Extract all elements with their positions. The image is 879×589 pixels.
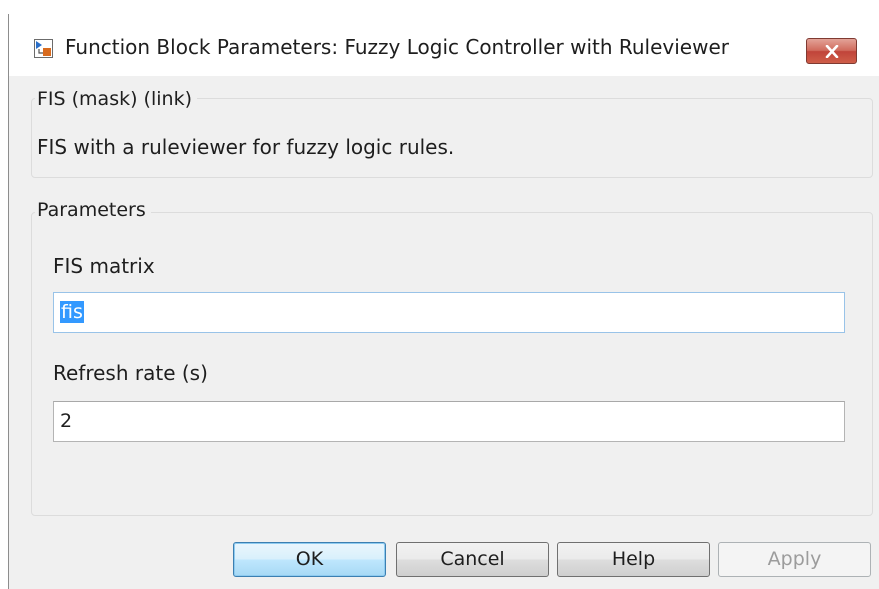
- apply-button[interactable]: Apply: [718, 542, 871, 577]
- refresh-rate-value: 2: [60, 410, 73, 432]
- close-button[interactable]: [806, 38, 857, 64]
- refresh-rate-input[interactable]: 2: [53, 401, 845, 442]
- title-bar[interactable]: Function Block Parameters: Fuzzy Logic C…: [9, 14, 879, 76]
- fis-matrix-value: fis: [60, 301, 84, 323]
- mask-description: FIS with a ruleviewer for fuzzy logic ru…: [37, 135, 455, 159]
- fis-matrix-input[interactable]: fis: [53, 292, 845, 333]
- window-title: Function Block Parameters: Fuzzy Logic C…: [65, 35, 729, 59]
- cancel-button[interactable]: Cancel: [396, 542, 549, 577]
- close-icon: [825, 45, 839, 58]
- simulink-block-icon: [34, 39, 53, 58]
- mask-group-legend: FIS (mask) (link): [35, 88, 197, 110]
- refresh-rate-label: Refresh rate (s): [53, 361, 208, 385]
- help-button[interactable]: Help: [557, 542, 710, 577]
- parameters-group-legend: Parameters: [35, 199, 151, 221]
- dialog-window: Function Block Parameters: Fuzzy Logic C…: [8, 14, 879, 589]
- fis-matrix-label: FIS matrix: [53, 254, 155, 278]
- ok-button[interactable]: OK: [233, 542, 386, 577]
